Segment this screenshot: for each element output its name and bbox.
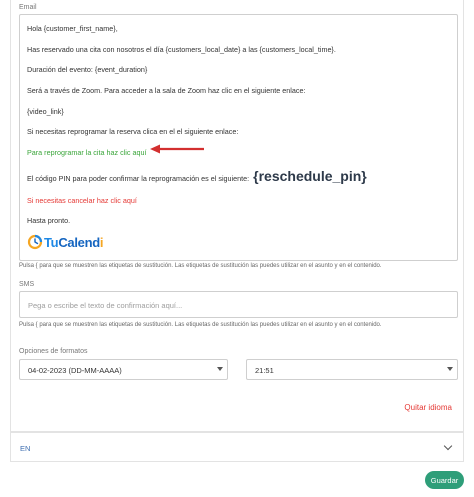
email-booked-line: Has reservado una cita con nosotros el d… bbox=[27, 45, 336, 54]
remove-language-button[interactable]: Quitar idioma bbox=[404, 403, 452, 412]
time-format-value: 21:51 bbox=[255, 366, 274, 375]
reschedule-pin-tag: {reschedule_pin} bbox=[253, 168, 367, 184]
cancel-link[interactable]: Si necesitas cancelar haz clic aquí bbox=[27, 196, 137, 205]
date-format-select[interactable]: 04-02-2023 (DD-MM-AAAA) bbox=[19, 359, 228, 380]
tucalendi-logo: TuCalendi bbox=[27, 232, 104, 252]
reschedule-link[interactable]: Para reprogramar la cita haz clic aquí bbox=[27, 148, 146, 157]
email-reschedule-intro: Si necesitas reprogramar la reserva clic… bbox=[27, 127, 239, 136]
caret-down-icon bbox=[447, 367, 453, 371]
email-zoom-line: Será a través de Zoom. Para acceder a la… bbox=[27, 86, 306, 95]
time-format-select[interactable]: 21:51 bbox=[246, 359, 458, 380]
sms-label: SMS bbox=[19, 281, 35, 288]
sms-hint: Pulsa { para que se muestren las etiquet… bbox=[19, 322, 382, 328]
email-hint: Pulsa { para que se muestren las etiquet… bbox=[19, 263, 382, 269]
email-video-link-tag: {video_link} bbox=[27, 107, 64, 116]
email-editor[interactable]: Hola {customer_first_name}, Has reservad… bbox=[19, 14, 458, 261]
pin-text: El código PIN para poder confirmar la re… bbox=[27, 174, 250, 183]
email-farewell: Hasta pronto. bbox=[27, 216, 71, 225]
sms-input[interactable]: Pega o escribe el texto de confirmación … bbox=[19, 291, 458, 318]
date-format-value: 04-02-2023 (DD-MM-AAAA) bbox=[28, 366, 122, 375]
email-duration-line: Duración del evento: {event_duration} bbox=[27, 65, 148, 74]
email-label: Email bbox=[19, 4, 37, 11]
email-greeting: Hola {customer_first_name}, bbox=[27, 24, 118, 33]
caret-down-icon bbox=[217, 367, 223, 371]
chevron-down-icon[interactable] bbox=[443, 441, 453, 451]
email-pin-line: El código PIN para poder confirmar la re… bbox=[27, 168, 367, 184]
format-options-label: Opciones de formatos bbox=[19, 348, 88, 355]
save-button[interactable]: Guardar bbox=[425, 471, 464, 489]
sms-placeholder: Pega o escribe el texto de confirmación … bbox=[28, 301, 183, 310]
language-accordion-en[interactable]: EN bbox=[10, 432, 464, 462]
red-arrow-left-icon bbox=[150, 144, 204, 154]
tucalendi-clock-icon bbox=[27, 234, 43, 250]
language-label: EN bbox=[20, 444, 31, 453]
